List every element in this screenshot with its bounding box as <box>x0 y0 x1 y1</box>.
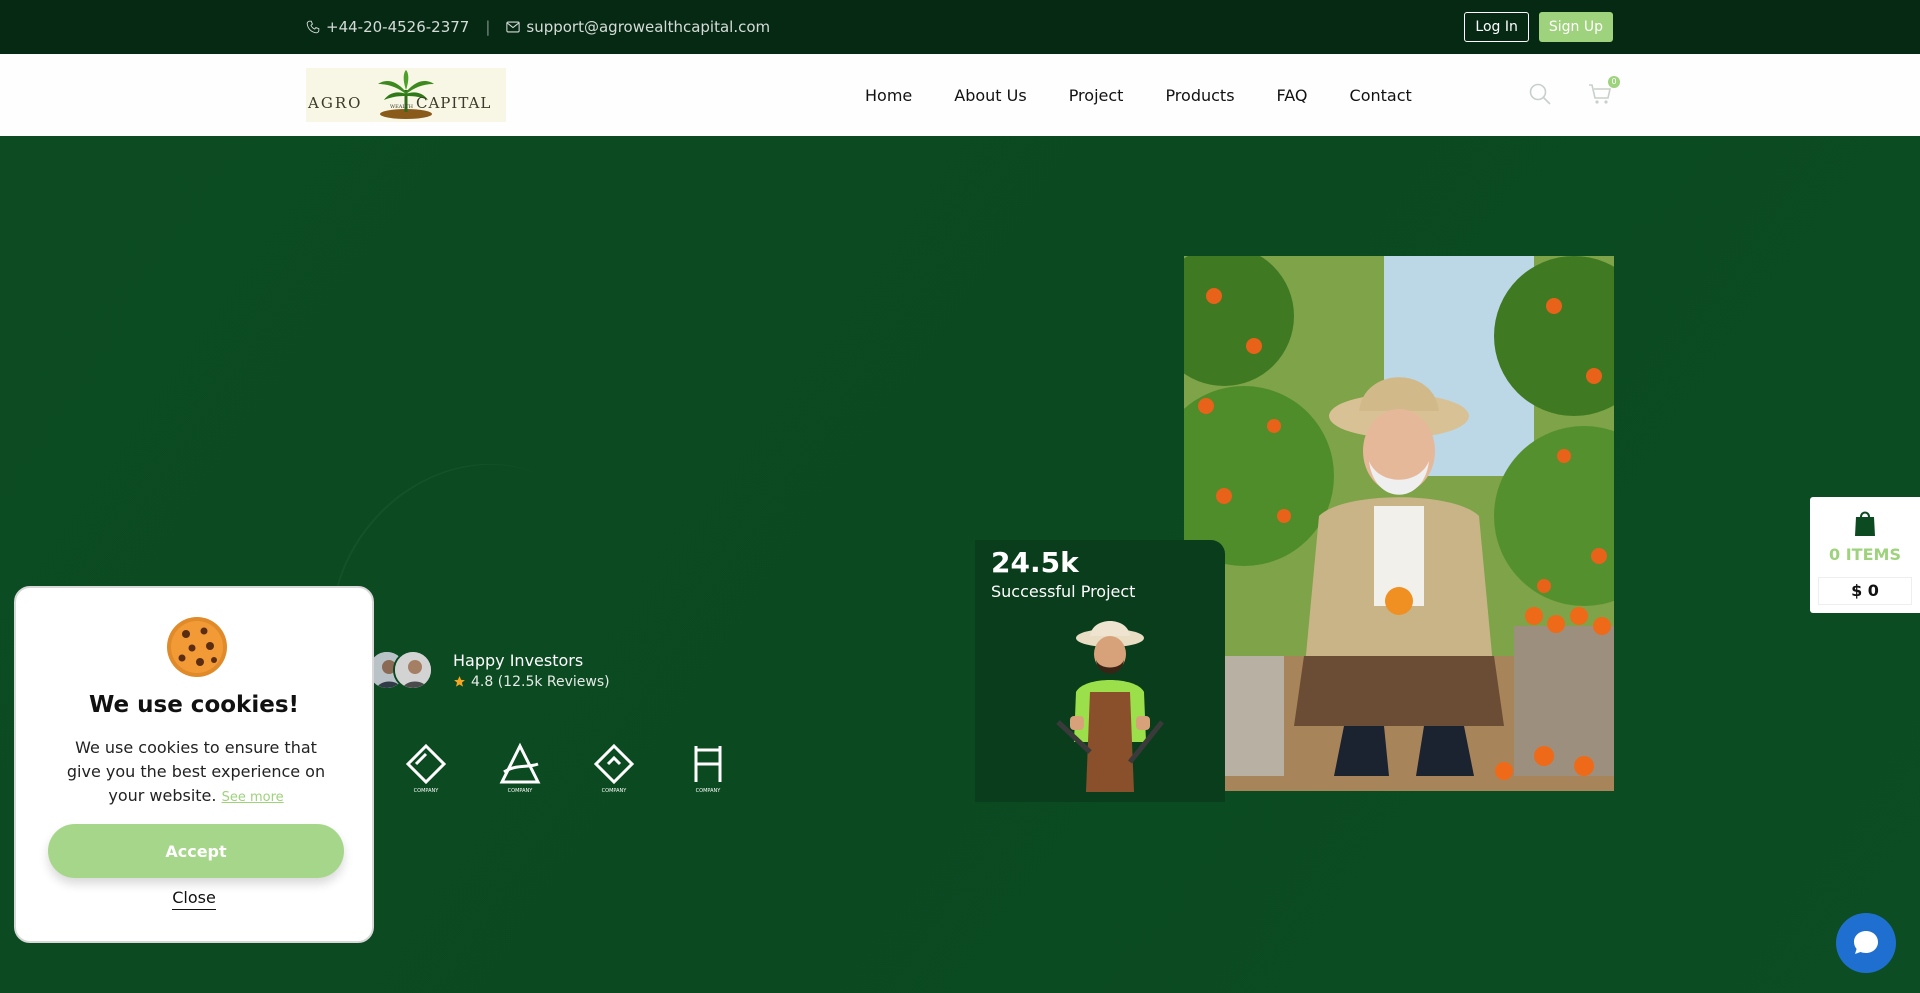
partner-logo-caption: COMPANY <box>602 788 628 794</box>
cookie-consent-popup: We use cookies! We use cookies to ensure… <box>14 586 374 943</box>
farmer-photo <box>1184 256 1614 791</box>
chat-button[interactable] <box>1836 913 1896 973</box>
top-bar: +44-20-4526-2377 | support@agrowealthcap… <box>0 0 1920 54</box>
cart-items-count: 0 ITEMS <box>1829 545 1901 564</box>
phone-link[interactable]: +44-20-4526-2377 <box>306 18 469 36</box>
cart-button[interactable]: 0 <box>1588 76 1620 110</box>
investors-rating: 4.8 (12.5k Reviews) <box>453 674 610 690</box>
site-logo[interactable]: AGRO WEALTH CAPITAL <box>306 68 506 122</box>
logo-text-agro: AGRO <box>307 94 362 112</box>
nav-about-us[interactable]: About Us <box>954 86 1026 105</box>
partner-logo-2: COMPANY <box>499 742 541 794</box>
close-cookie-link[interactable]: Close <box>16 888 372 910</box>
partner-brands: COMPANY COMPANY COMPANY COMPANY <box>400 742 734 794</box>
accept-cookies-button[interactable]: Accept <box>48 824 344 878</box>
rating-text: 4.8 (12.5k Reviews) <box>471 673 610 690</box>
signup-button[interactable]: Sign Up <box>1538 12 1613 42</box>
contact-info: +44-20-4526-2377 | support@agrowealthcap… <box>306 0 770 54</box>
email-text: support@agrowealthcapital.com <box>526 18 771 36</box>
nav-home[interactable]: Home <box>865 86 912 105</box>
floating-cart-widget[interactable]: 0 ITEMS $ 0 <box>1810 497 1920 613</box>
partner-logo-caption: COMPANY <box>696 788 722 794</box>
stat-label: Successful Project <box>991 582 1136 601</box>
success-stat-card: 24.5k Successful Project <box>975 540 1225 802</box>
partner-logo-caption: COMPANY <box>508 788 534 794</box>
see-more-link[interactable]: See more <box>222 790 284 805</box>
investors-title: Happy Investors <box>453 650 584 670</box>
cart-total: $ 0 <box>1818 577 1912 605</box>
login-button[interactable]: Log In <box>1464 12 1529 42</box>
partner-logo-caption: COMPANY <box>414 788 440 794</box>
phone-text: +44-20-4526-2377 <box>326 18 470 36</box>
stat-value: 24.5k <box>991 546 1079 579</box>
farmer-with-tools-image <box>1056 621 1164 792</box>
happy-investors: Happy Investors 4.8 (12.5k Reviews) <box>367 650 610 690</box>
cookie-title: We use cookies! <box>88 692 300 718</box>
investor-avatars <box>367 650 433 690</box>
cookie-icon <box>167 617 227 677</box>
nav-project[interactable]: Project <box>1069 86 1124 105</box>
chat-bubble-icon <box>1854 931 1878 954</box>
nav-faq[interactable]: FAQ <box>1277 86 1308 105</box>
mail-icon <box>506 21 521 33</box>
close-cookie-label: Close <box>172 888 216 910</box>
main-navbar: AGRO WEALTH CAPITAL Home About Us Projec… <box>0 54 1920 136</box>
cookie-body: We use cookies to ensure that give you t… <box>56 736 336 810</box>
email-link[interactable]: support@agrowealthcapital.com <box>506 18 770 36</box>
partner-logo-1: COMPANY <box>405 743 447 794</box>
logo-graphic: AGRO WEALTH CAPITAL <box>307 70 491 119</box>
partner-logo-4: COMPANY <box>694 746 722 794</box>
nav-icons: 0 <box>1528 76 1620 110</box>
search-icon[interactable] <box>1528 82 1552 106</box>
primary-nav: Home About Us Project Products FAQ Conta… <box>865 54 1412 136</box>
auth-buttons: Log In Sign Up <box>1464 12 1613 42</box>
logo-text-wealth: WEALTH <box>390 104 414 110</box>
logo-text-capital: CAPITAL <box>416 94 491 112</box>
shopping-bag-icon <box>1855 511 1875 536</box>
phone-icon <box>306 20 320 34</box>
cookie-body-text: We use cookies to ensure that give you t… <box>66 738 326 805</box>
cart-count-badge: 0 <box>1608 76 1620 88</box>
farmer-illustration <box>1184 256 1614 791</box>
avatar <box>393 650 433 690</box>
investor-text: Happy Investors 4.8 (12.5k Reviews) <box>453 651 610 690</box>
nav-products[interactable]: Products <box>1165 86 1234 105</box>
contact-separator: | <box>485 18 491 36</box>
star-icon <box>454 676 465 687</box>
partner-logo-3: COMPANY <box>593 743 635 794</box>
nav-contact[interactable]: Contact <box>1350 86 1412 105</box>
